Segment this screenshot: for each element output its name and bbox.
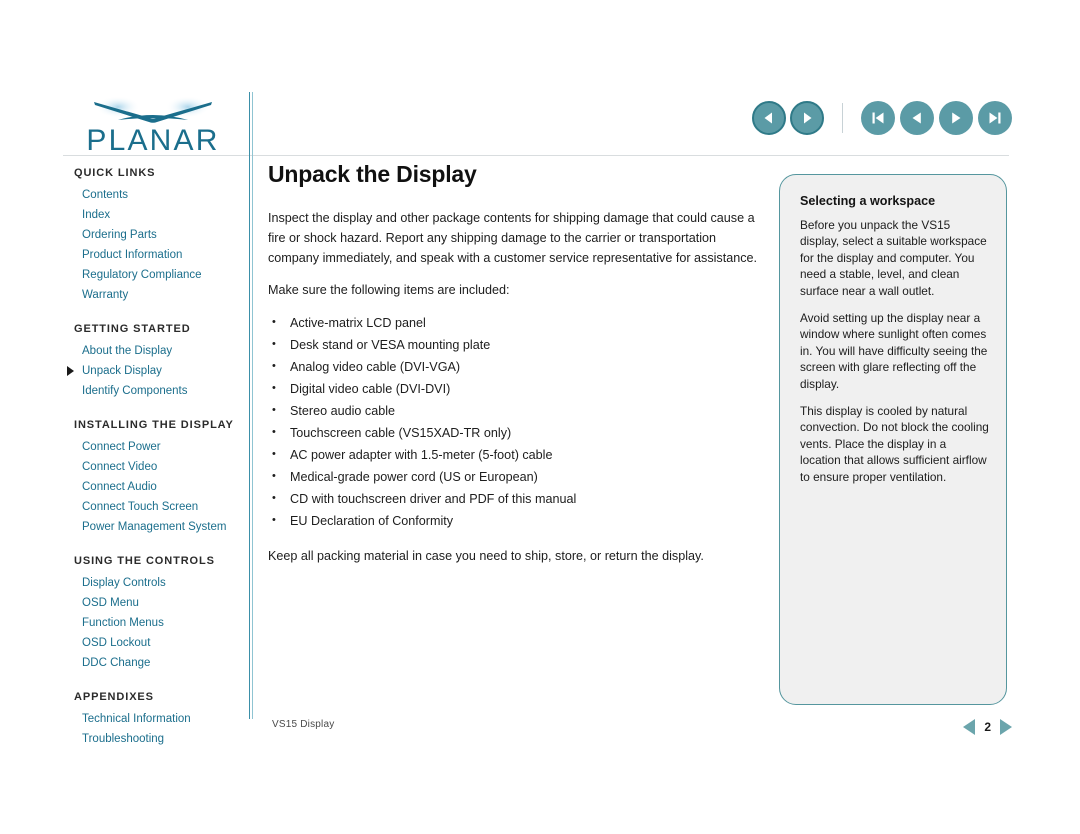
last-page-button[interactable] (978, 101, 1012, 135)
sidebar-item-warranty[interactable]: Warranty (74, 285, 249, 305)
page-title: Unpack the Display (268, 161, 477, 187)
callout-paragraph: This display is cooled by natural convec… (800, 404, 989, 484)
triangle-left-icon[interactable] (963, 719, 976, 735)
list-item: Touchscreen cable (VS15XAD-TR only) (268, 421, 760, 444)
sidebar-item-connect-audio[interactable]: Connect Audio (74, 477, 249, 497)
sidebar-section: GETTING STARTED About the Display Unpack D… (67, 322, 249, 401)
sidebar-section: USING THE CONTROLS Display Controls OSD Me… (74, 554, 249, 673)
planar-logo: PLANAR (78, 96, 228, 158)
callout-paragraph: Before you unpack the VS15 display, sele… (800, 218, 987, 298)
document-label: VS15 Display (272, 719, 335, 730)
sidebar-section-heading: GETTING STARTED (74, 323, 191, 335)
sidebar-item-label: Display Controls (82, 577, 166, 589)
sidebar-item-label: Identify Components (82, 385, 188, 397)
history-nav-group (752, 101, 824, 135)
sidebar-item-product-information[interactable]: Product Information (74, 245, 249, 265)
sidebar-item-regulatory-compliance[interactable]: Regulatory Compliance (74, 265, 249, 285)
intro-paragraph: Inspect the display and other package co… (268, 211, 758, 265)
sidebar-item-connect-touch-screen[interactable]: Connect Touch Screen (74, 497, 249, 517)
list-item: Digital video cable (DVI-DVI) (268, 377, 760, 400)
sidebar-section: INSTALLING THE DISPLAY Connect Power Conne… (74, 418, 249, 537)
previous-page-button[interactable] (900, 101, 934, 135)
sidebar-item-about-the-display[interactable]: About the Display (74, 341, 249, 361)
sidebar-item-label: Ordering Parts (82, 229, 157, 241)
sidebar-section-heading: INSTALLING THE DISPLAY (74, 419, 234, 431)
sidebar-item-label: Technical Information (82, 713, 191, 725)
list-item: Active-matrix LCD panel (268, 311, 760, 334)
sidebar-item-contents[interactable]: Contents (74, 185, 249, 205)
sidebar-item-label: DDC Change (82, 657, 151, 669)
current-page-marker-icon (67, 366, 74, 376)
sidebar-item-label: Function Menus (82, 617, 164, 629)
sidebar-item-label: Product Information (82, 249, 183, 261)
list-item: CD with touchscreen driver and PDF of th… (268, 487, 760, 510)
sidebar-item-connect-video[interactable]: Connect Video (74, 457, 249, 477)
sidebar-item-label: Unpack Display (82, 365, 162, 377)
sidebar-item-label: Connect Video (82, 461, 158, 473)
header-divider (63, 155, 1009, 156)
callout-title: Selecting a workspace (800, 194, 936, 208)
sidebar-item-ordering-parts[interactable]: Ordering Parts (74, 225, 249, 245)
main-content: Unpack the Display Inspect the display a… (268, 160, 760, 578)
next-page-button[interactable] (939, 101, 973, 135)
list-item: Medical-grade power cord (US or European… (268, 465, 760, 488)
sidebar-item-label: About the Display (82, 345, 173, 357)
nav-separator (842, 103, 843, 133)
sidebar-item-label: Regulatory Compliance (82, 269, 202, 281)
sidebar-item-display-controls[interactable]: Display Controls (74, 573, 249, 593)
back-button[interactable] (752, 101, 786, 135)
sidebar-item-ddc-change[interactable]: DDC Change (74, 653, 249, 673)
sidebar-item-label: Warranty (82, 289, 129, 301)
page-number: 2 (984, 720, 991, 734)
sidebar-item-label: Troubleshooting (82, 733, 165, 745)
svg-text:PLANAR: PLANAR (86, 124, 219, 157)
forward-button[interactable] (790, 101, 824, 135)
page-pager: 2 (963, 719, 1012, 735)
list-item: EU Declaration of Conformity (268, 509, 760, 532)
sidebar-section: QUICK LINKS Contents Index Ordering Parts Pr… (74, 166, 249, 305)
list-item: Stereo audio cable (268, 399, 760, 422)
top-navigation-bar (752, 101, 1012, 135)
triangle-right-icon[interactable] (1000, 719, 1012, 735)
sidebar-item-function-menus[interactable]: Function Menus (74, 613, 249, 633)
sidebar-item-osd-lockout[interactable]: OSD Lockout (74, 633, 249, 653)
sidebar-item-label: Contents (82, 189, 129, 201)
sidebar-item-unpack-display[interactable]: Unpack Display (67, 361, 249, 381)
callout-body: Before you unpack the VS15 display, sele… (800, 217, 989, 485)
sidebar-item-label: OSD Menu (82, 597, 139, 609)
sidebar-section: APPENDIXES Technical Information Troublesh… (74, 690, 249, 749)
sidebar-item-index[interactable]: Index (74, 205, 249, 225)
sidebar-navigation: QUICK LINKS Contents Index Ordering Parts Pr… (67, 166, 249, 749)
sidebar-item-label: Connect Power (82, 441, 161, 453)
included-items-list: Active-matrix LCD panelDesk stand or VES… (268, 311, 760, 532)
closing-paragraph: Keep all packing material in case you ne… (268, 549, 704, 563)
sidebar-item-technical-information[interactable]: Technical Information (74, 709, 249, 729)
workspace-callout-box: Selecting a workspace Before you unpack … (779, 174, 1007, 705)
sidebar-item-connect-power[interactable]: Connect Power (74, 437, 249, 457)
sidebar-item-label: Index (82, 209, 111, 221)
sidebar-item-troubleshooting[interactable]: Troubleshooting (74, 729, 249, 749)
sidebar-item-power-management-system[interactable]: Power Management System (74, 517, 249, 537)
list-item: Desk stand or VESA mounting plate (268, 333, 760, 356)
first-page-button[interactable] (861, 101, 895, 135)
list-item: Analog video cable (DVI-VGA) (268, 355, 760, 378)
sidebar-item-label: Connect Touch Screen (82, 501, 199, 513)
page-nav-group (861, 101, 1012, 135)
sidebar-section-heading: QUICK LINKS (74, 167, 156, 179)
list-item: AC power adapter with 1.5-meter (5-foot)… (268, 443, 760, 466)
callout-paragraph: Avoid setting up the display near a wind… (800, 311, 988, 391)
sidebar-item-osd-menu[interactable]: OSD Menu (74, 593, 249, 613)
sidebar-item-label: Power Management System (82, 521, 227, 533)
sidebar-item-label: OSD Lockout (82, 637, 151, 649)
list-lead-text: Make sure the following items are includ… (268, 283, 510, 297)
sidebar-item-identify-components[interactable]: Identify Components (74, 381, 249, 401)
sidebar-item-label: Connect Audio (82, 481, 157, 493)
sidebar-divider (249, 92, 254, 719)
sidebar-section-heading: APPENDIXES (74, 691, 154, 703)
sidebar-section-heading: USING THE CONTROLS (74, 555, 215, 567)
